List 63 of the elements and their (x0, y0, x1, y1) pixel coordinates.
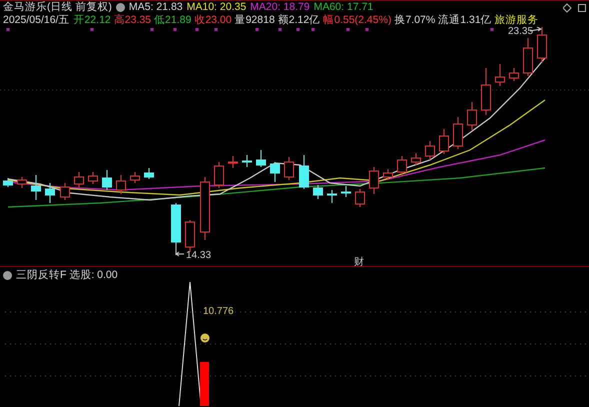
candle (341, 186, 351, 198)
ma-value: MA60: 17.71 (314, 1, 374, 14)
quote-field: 低21.89 (154, 14, 192, 27)
candle (200, 176, 210, 240)
window-controls-icon[interactable] (563, 3, 587, 13)
candle (467, 102, 477, 130)
low-price-label: 14.33 (186, 250, 212, 261)
candle (411, 152, 421, 166)
candle (537, 27, 547, 64)
candle (242, 154, 252, 168)
quote-field: 高23.35 (114, 14, 152, 27)
candle (425, 140, 435, 160)
candle (116, 174, 126, 194)
candle (270, 162, 280, 182)
indicator-value: 10.776 (203, 306, 234, 317)
candle (299, 154, 309, 190)
candle (185, 220, 195, 252)
candle (88, 172, 98, 184)
candle (17, 176, 27, 188)
quote-field: 收23.00 (194, 14, 232, 27)
candle (327, 190, 337, 204)
candle (214, 162, 224, 188)
candle (481, 68, 491, 116)
candle (102, 170, 112, 190)
candle (439, 128, 449, 154)
candle (31, 174, 41, 200)
candle (74, 172, 84, 188)
quote-field: 额2.12亿 (278, 14, 320, 27)
leader-line (175, 244, 184, 256)
quote-field: 换7.07% (394, 14, 436, 27)
candle (45, 182, 55, 204)
candle (383, 168, 393, 180)
candle (60, 182, 70, 200)
candle (495, 64, 505, 86)
ma-value: MA5: 21.83 (128, 1, 183, 14)
event-mark: 财 (354, 257, 364, 266)
candle (284, 156, 294, 180)
candle (313, 184, 323, 200)
sector-label: 旅游服务 (494, 14, 539, 27)
candle (355, 188, 365, 208)
smiley-icon (200, 334, 210, 342)
candle (144, 168, 154, 180)
ma-value: MA20: 18.79 (250, 1, 310, 14)
candle (256, 150, 266, 168)
candle (523, 38, 533, 76)
candle (3, 178, 13, 188)
signal-bar (200, 362, 209, 406)
high-price-label: 23.35 (508, 27, 534, 37)
quote-field: 流通1.31亿 (438, 14, 492, 27)
quote-field: 开22.12 (73, 14, 111, 27)
quote-date: 2025/05/16/五 (3, 14, 70, 27)
ma-value: MA10: 20.35 (186, 1, 246, 14)
candle (130, 172, 140, 184)
quote-field: 幅0.55(2.45%) (323, 14, 392, 27)
indicator-title: 三阴反转F 选股: 0.00 (16, 269, 118, 282)
chart-title: 金马游乐(日线 前复权) (3, 1, 112, 14)
candle (171, 202, 181, 256)
quote-field: 量92818 (234, 14, 275, 27)
candle (228, 156, 238, 168)
candle (509, 68, 519, 82)
candle (369, 166, 379, 194)
candle (453, 116, 463, 150)
candle (397, 156, 407, 176)
